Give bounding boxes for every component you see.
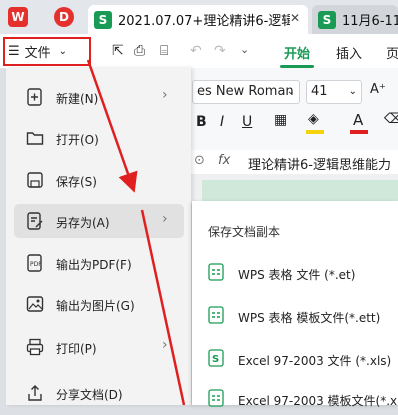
save-icon [27,172,43,188]
save-as-icon [27,212,43,230]
share-icon [28,385,42,401]
save-as-excel-xls[interactable]: S Excel 97-2003 文件 (*.xls) [202,339,394,375]
menu-item-label: 输出为图片(G) [56,299,135,313]
menu-item-label: 保存(S) [56,175,97,189]
font-color-icon[interactable]: A [353,111,363,129]
annotation-highlight-box [3,37,91,66]
zoom-icon[interactable]: ⊙ [194,153,205,168]
menu-item-new[interactable]: 新建(N) › [14,80,184,114]
tab-title: 2021.07.07+理论精讲6-逻辑思 [118,14,290,29]
underline-icon[interactable]: U [242,114,252,130]
formula-input[interactable]: 理论精讲6-逻辑思维能力 [248,154,391,173]
svg-text:PDF: PDF [30,261,42,268]
wps-logo-icon[interactable]: W [8,7,28,27]
wps-template-icon [208,306,224,324]
ribbon: es New Roman ⌄ 41 ⌄ A⁺ B I U ▦ ◈ A ⌫ [190,68,398,150]
new-file-icon [27,88,42,106]
spreadsheet-icon: S [94,10,112,29]
export-icon[interactable]: ⇱ [112,43,124,59]
submenu-item-label: Excel 97-2003 文件 (*.xls) [238,354,392,368]
font-size-value: 41 [311,84,328,99]
formula-bar: ⊙ fx 理论精讲6-逻辑思维能力 [190,150,398,175]
chevron-right-icon: › [162,337,168,353]
menu-item-print[interactable]: 打印(P) › [14,330,184,364]
chevron-down-icon[interactable]: ⌄ [240,43,249,56]
font-size-select[interactable]: 41 ⌄ [306,80,362,104]
pdf-app-icon[interactable]: D [54,7,74,27]
tab-title: 11月6-11月 [342,14,398,29]
fx-icon[interactable]: fx [218,153,230,168]
menu-item-open[interactable]: 打开(O) [14,121,184,155]
tab-page[interactable]: 页 [386,43,398,62]
fill-color-swatch [306,130,324,134]
chevron-right-icon: › [162,211,168,227]
folder-open-icon [26,132,44,145]
font-name-value: es New Roman [197,84,294,99]
save-as-wps-template[interactable]: WPS 表格 模板文件(*.ett) [202,296,394,332]
submenu-title: 保存文档副本 [208,225,281,239]
wps-sheet-icon [208,263,224,281]
save-as-wps-sheet[interactable]: WPS 表格 文件 (*.et) [202,253,394,289]
fill-color-icon[interactable]: ◈ [308,111,319,127]
submenu-item-label: WPS 表格 模板文件(*.ett) [238,311,381,325]
sheet-area[interactable] [190,174,398,204]
redo-icon[interactable]: ↷ [214,43,226,59]
chevron-down-icon: ⌄ [286,86,295,97]
file-menu: 新建(N) › 打开(O) 保存(S) 另存为(A) › PDF 输出为PDF(… [6,68,191,405]
menu-item-export-pdf[interactable]: PDF 输出为PDF(F) [14,246,184,280]
tab-document-1[interactable]: S 2021.07.07+理论精讲6-逻辑思 ✕ [88,5,308,34]
bold-icon[interactable]: B [196,114,207,130]
close-icon[interactable]: ✕ [290,11,300,25]
font-name-select[interactable]: es New Roman ⌄ [192,80,300,104]
tab-document-2[interactable]: S 11月6-11月 [312,5,398,34]
clear-format-icon[interactable]: ⌫ [384,111,398,127]
increase-font-icon[interactable]: A⁺ [370,82,386,97]
submenu-item-label: Excel 97-2003 模板文件(*.xlt) [238,394,398,408]
undo-icon[interactable]: ↶ [190,43,202,59]
save-as-excel-xlt[interactable]: Excel 97-2003 模板文件(*.xlt) [202,379,398,415]
tab-insert[interactable]: 插入 [336,43,362,62]
excel-template-icon [208,389,224,407]
menu-item-label: 输出为PDF(F) [56,258,132,272]
menu-item-label: 另存为(A) [56,216,110,230]
save-icon[interactable]: ⎙ [134,43,145,59]
menu-item-save-as[interactable]: 另存为(A) › [14,204,184,238]
pdf-icon: PDF [27,254,42,272]
menu-item-label: 打开(O) [56,133,99,147]
tab-start[interactable]: 开始 [284,43,310,62]
menu-item-export-image[interactable]: 输出为图片(G) [14,287,184,321]
border-icon[interactable]: ▦ [274,112,287,128]
print-icon[interactable]: ⌸ [160,43,168,59]
chevron-right-icon: › [162,87,168,103]
spreadsheet-icon: S [318,10,336,29]
font-color-swatch [350,130,368,134]
title-bar: W D S 2021.07.07+理论精讲6-逻辑思 ✕ S 11月6-11月 [0,0,398,34]
excel-icon: S [208,349,224,367]
svg-text:S: S [212,354,219,365]
menu-item-label: 分享文档(D) [56,388,123,402]
italic-icon[interactable]: I [220,114,224,130]
save-as-submenu: 保存文档副本 WPS 表格 文件 (*.et) WPS 表格 模板文件(*.et… [192,201,398,408]
submenu-item-label: WPS 表格 文件 (*.et) [238,268,356,282]
menu-item-label: 打印(P) [56,342,97,356]
printer-icon [26,338,44,356]
menu-item-save[interactable]: 保存(S) [14,163,184,197]
image-icon [26,296,44,312]
menu-item-label: 新建(N) [56,92,99,106]
chevron-down-icon: ⌄ [348,86,357,97]
